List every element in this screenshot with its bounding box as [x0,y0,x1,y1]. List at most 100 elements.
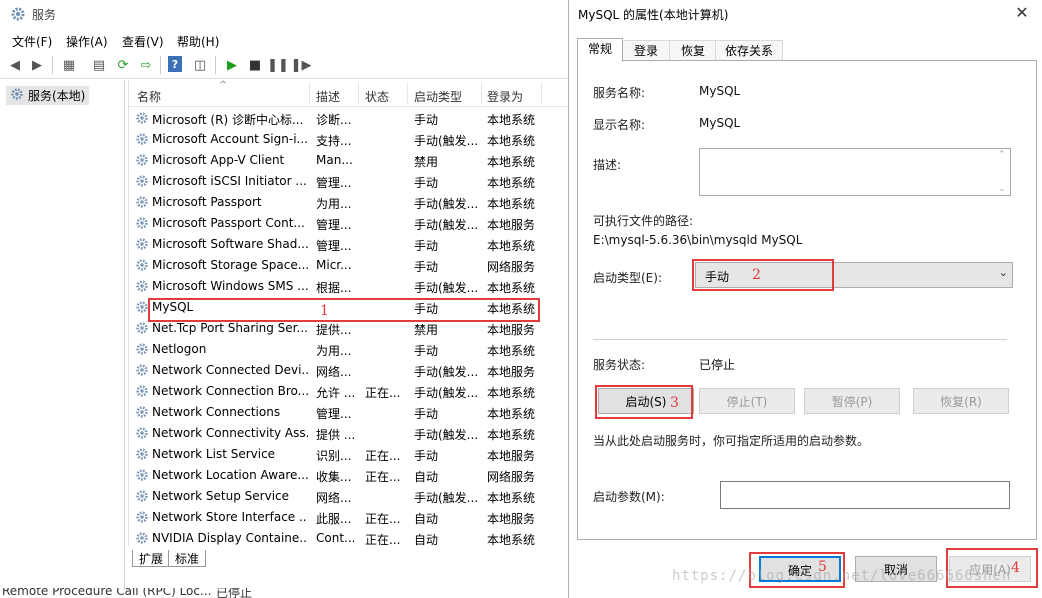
scroll-up-icon[interactable]: ⌃ [998,150,1006,160]
menu-action[interactable]: 操作(A) [66,33,108,50]
table-row[interactable]: Network Location Aware... 收集... 正在... 自动 网络服… [129,465,569,486]
menu-file[interactable]: 文件(F) [12,33,52,50]
table-row[interactable]: Microsoft Passport Cont... 管理... 手动(触发... 本… [129,213,569,234]
description-field[interactable]: ⌃ ⌄ [699,148,1011,196]
service-name: Network Connectivity Ass... [152,426,308,440]
list-header: ^ 名称 描述 状态 启动类型 登录为 [129,80,569,107]
service-status-label: 服务状态: [593,358,646,372]
table-row[interactable]: Microsoft Account Sign-i... 支持... 手动(触发...… [129,129,569,150]
stop-icon[interactable]: ■ [246,56,264,74]
service-startup-type: 手动(触发... [414,365,479,379]
column-header-name[interactable]: 名称 [137,88,161,105]
service-name: Microsoft iSCSI Initiator ... [152,174,307,188]
service-logon-as: 本地系统 [487,176,536,190]
description-scrollbar[interactable]: ⌃ ⌄ [997,150,1009,194]
column-header-logon-as[interactable]: 登录为 [487,88,523,105]
column-header-startup-type[interactable]: 启动类型 [414,88,462,105]
gear-icon [135,216,149,230]
table-row[interactable]: Network Connections 管理... 手动 本地系统 [129,402,569,423]
table-row[interactable]: Microsoft iSCSI Initiator ... 管理... 手动 本地系统 [129,171,569,192]
column-divider[interactable] [358,82,359,104]
annotation-box-1 [148,298,540,322]
chevron-down-icon[interactable]: ⌄ [999,266,1008,279]
dialog-title: MySQL 的属性(本地计算机) [578,8,729,22]
annotation-box-2 [692,259,834,291]
export-icon[interactable]: ⇨ [137,56,155,74]
close-icon[interactable]: ✕ [1011,2,1033,24]
column-divider[interactable] [481,82,482,104]
gear-icon [135,258,149,272]
service-name: Microsoft Passport [152,195,262,209]
gear-icon [135,153,149,167]
tab-extended[interactable]: 扩展 [132,550,171,567]
service-description: 管理... [316,239,352,253]
table-row[interactable]: Network Connection Bro... 允许 ... 正在... 手动(触… [129,381,569,402]
table-row[interactable]: Network Connected Devi... 网络... 手动(触发... 本地… [129,360,569,381]
table-row[interactable]: NVIDIA Display Containe... Cont... 正在... 自动… [129,528,569,546]
service-name: Microsoft Account Sign-i... [152,132,308,146]
console-tree-icon[interactable]: ▦ [60,56,78,74]
gear-icon [135,426,149,440]
table-row[interactable]: Microsoft Windows SMS ... 根据... 手动(触发... 本地… [129,276,569,297]
tab-logon[interactable]: 登录 [621,40,671,61]
services-window: 服务 文件(F) 操作(A) 查看(V) 帮助(H) ◀ ▶ ▦ ▤ ⟳ ⇨ ?… [0,0,572,598]
service-name: Microsoft Passport Cont... [152,216,305,230]
back-icon[interactable]: ◀ [6,56,24,74]
tab-dependencies[interactable]: 依存关系 [715,40,783,61]
gear-icon [135,531,149,545]
gear-icon [135,384,149,398]
dialog-tabs: 常规 登录 恢复 依存关系 [577,38,1037,62]
column-divider[interactable] [309,82,310,104]
pause-button[interactable]: 暂停(P) [804,388,900,414]
service-startup-type: 禁用 [414,323,439,337]
table-row[interactable]: Microsoft App-V Client Man... 禁用 本地系统 [129,150,569,171]
service-name-value: MySQL [699,84,741,98]
menu-help[interactable]: 帮助(H) [177,33,219,50]
table-row[interactable]: Microsoft Software Shad... 管理... 手动 本地系统 [129,234,569,255]
table-row[interactable]: Network Connectivity Ass... 提供 ... 手动(触发..… [129,423,569,444]
service-logon-as: 本地服务 [487,365,536,379]
column-header-status[interactable]: 状态 [365,88,389,105]
table-row[interactable]: Netlogon 为用... 手动 本地系统 [129,339,569,360]
tab-recovery[interactable]: 恢复 [669,40,717,61]
column-divider[interactable] [407,82,408,104]
restart-icon[interactable]: ❚▶ [291,56,312,74]
startup-type-label: 启动类型(E): [593,271,662,285]
stop-button[interactable]: 停止(T) [699,388,795,414]
menu-bar: 文件(F) 操作(A) 查看(V) 帮助(H) [0,30,572,50]
gear-icon [135,195,149,209]
table-row[interactable]: Microsoft Passport 为用... 手动(触发... 本地系统 [129,192,569,213]
table-row[interactable]: Network List Service 识别... 正在... 手动 本地服务 [129,444,569,465]
service-name: Network Setup Service [152,489,290,503]
sort-caret-icon: ^ [219,80,228,91]
column-header-description[interactable]: 描述 [316,88,340,105]
service-description: 管理... [316,407,352,421]
menu-view[interactable]: 查看(V) [122,33,164,50]
service-description: 识别... [316,449,352,463]
view-icon[interactable]: ◫ [191,56,209,74]
resume-button[interactable]: 恢复(R) [913,388,1009,414]
properties-icon[interactable]: ▤ [90,56,108,74]
play-icon[interactable]: ▶ [223,56,241,74]
service-description: 为用... [316,197,352,211]
forward-icon[interactable]: ▶ [28,56,46,74]
table-row[interactable]: Microsoft (R) 诊断中心标... 诊断... 手动 本地系统 [129,108,569,129]
tab-standard[interactable]: 标准 [168,550,207,567]
service-startup-type: 自动 [414,470,439,484]
table-row[interactable]: Network Setup Service 网络... 手动(触发... 本地系统 [129,486,569,507]
pause-icon[interactable]: ❚❚ [267,56,289,74]
annotation-number-1: 1 [320,303,329,319]
table-row[interactable]: Microsoft Storage Space... Micr... 手动 网络服务 [129,255,569,276]
console-tree: 服务(本地) [0,80,125,590]
tree-node-services-local[interactable]: 服务(本地) [6,86,90,105]
help-icon[interactable]: ? [168,56,182,72]
scroll-down-icon[interactable]: ⌄ [998,184,1006,194]
table-row[interactable]: Network Store Interface ... 此服... 正在... 自动 本… [129,507,569,528]
refresh-icon[interactable]: ⟳ [114,56,132,74]
service-description: 支持... [316,134,352,148]
tab-general[interactable]: 常规 [577,38,623,62]
gear-icon [135,468,149,482]
column-divider[interactable] [541,82,542,104]
start-params-input[interactable] [720,481,1010,509]
service-startup-type: 手动(触发... [414,218,479,232]
